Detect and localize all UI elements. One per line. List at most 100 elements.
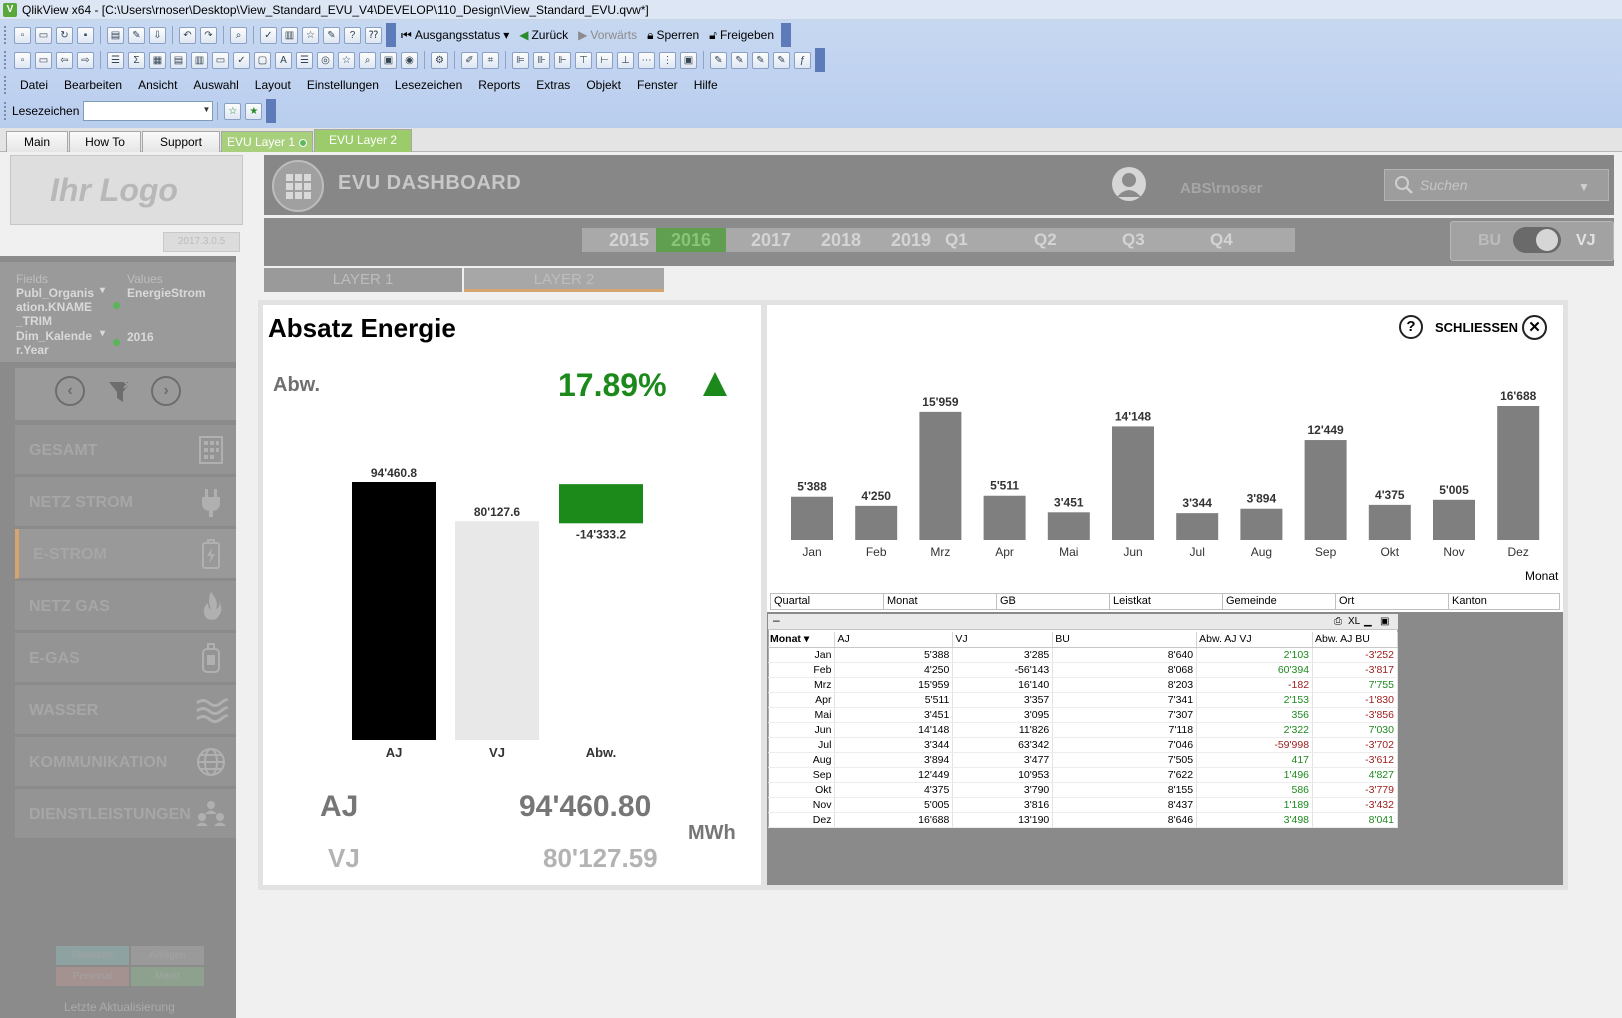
- ausgangsstatus-button[interactable]: ⏮ Ausgangsstatus ▾: [396, 25, 514, 45]
- listbox-gemeinde[interactable]: Gemeinde: [1222, 593, 1336, 610]
- add-sheet-icon[interactable]: ▭: [35, 51, 52, 69]
- month-bar-mrz[interactable]: [919, 411, 962, 540]
- table-row[interactable]: Dez 16'688 13'190 8'646 3'498 8'041: [768, 812, 1398, 828]
- bookmark-menu-star-icon[interactable]: ★: [245, 102, 263, 120]
- tab-evu-layer-2[interactable]: EVU Layer 2: [314, 129, 412, 152]
- properties-icon[interactable]: ✎: [710, 51, 727, 69]
- text-object-icon[interactable]: A: [275, 51, 292, 69]
- new-document-icon[interactable]: ▫: [14, 26, 31, 44]
- freigeben-button[interactable]: 🔓︎ Freigeben: [704, 25, 779, 45]
- toggle-knob[interactable]: [1536, 229, 1558, 251]
- statistics-box-icon[interactable]: Σ: [128, 51, 145, 69]
- sidebar-item-e-strom[interactable]: E-STROM: [15, 529, 236, 579]
- search-input[interactable]: [1384, 169, 1609, 201]
- table-row[interactable]: Jun 14'148 11'826 7'118 2'322 7'030: [768, 722, 1398, 738]
- menu-reports[interactable]: Reports: [470, 78, 528, 92]
- month-bar-mai[interactable]: [1047, 512, 1090, 540]
- menu-extras[interactable]: Extras: [528, 78, 578, 92]
- minimize-icon[interactable]: –: [773, 613, 780, 627]
- table-box-icon[interactable]: ▤: [170, 51, 187, 69]
- legend-markt[interactable]: Markt: [131, 967, 204, 986]
- menu-datei[interactable]: Datei: [12, 78, 56, 92]
- sidebar-item-netz-gas[interactable]: NETZ GAS: [15, 581, 236, 631]
- excel-export-icon[interactable]: XL: [1348, 616, 1360, 627]
- bar-vj[interactable]: [455, 521, 539, 740]
- sidebar-item-dienstleistungen[interactable]: DIENSTLEISTUNGEN: [15, 789, 236, 839]
- edit-icon[interactable]: ✎: [323, 26, 340, 44]
- chart-object-icon[interactable]: ▥: [191, 51, 208, 69]
- vorwaerts-button[interactable]: ▶ Vorwärts: [573, 25, 642, 45]
- reload-icon[interactable]: ↻: [56, 26, 73, 44]
- listbox-icon[interactable]: ☰: [107, 51, 124, 69]
- sidebar-item-kommunikation[interactable]: KOMMUNIKATION: [15, 737, 236, 787]
- year-2016-button[interactable]: 2016: [656, 228, 726, 252]
- menu-layout[interactable]: Layout: [247, 78, 299, 92]
- month-bar-sep[interactable]: [1304, 440, 1347, 540]
- listbox-leistkat[interactable]: Leistkat: [1109, 593, 1223, 610]
- toolbar-grip[interactable]: [4, 102, 8, 120]
- table-row[interactable]: Mrz 15'959 16'140 8'203 -182 7'755: [768, 677, 1398, 693]
- table-row[interactable]: Jul 3'344 63'342 7'046 -59'998 -3'702: [768, 737, 1398, 753]
- current-selections-icon[interactable]: ✓: [233, 51, 250, 69]
- align-middle-icon[interactable]: ⊢: [596, 51, 613, 69]
- listbox-ort[interactable]: Ort: [1335, 593, 1449, 610]
- toolbar-grip[interactable]: [4, 51, 8, 69]
- open-folder-icon[interactable]: ▭: [35, 26, 52, 44]
- table-row[interactable]: Apr 5'511 3'357 7'341 2'153 -1'830: [768, 692, 1398, 708]
- bar-abw[interactable]: [559, 484, 643, 524]
- help-icon[interactable]: ?: [344, 26, 361, 44]
- align-bottom-icon[interactable]: ⊥: [617, 51, 634, 69]
- quarter-q2-button[interactable]: Q2: [1034, 228, 1057, 252]
- menu-lesezeichen[interactable]: Lesezeichen: [387, 78, 470, 92]
- align-center-icon[interactable]: ⊪: [533, 51, 550, 69]
- context-help-icon[interactable]: ⁇: [365, 26, 382, 44]
- chart-icon[interactable]: ▥: [281, 26, 298, 44]
- column-header[interactable]: Abw. AJ BU: [1312, 632, 1398, 648]
- sidebar-item-netz-strom[interactable]: NETZ STROM: [15, 477, 236, 527]
- save-icon[interactable]: ▪: [77, 26, 94, 44]
- back-arrow-icon[interactable]: ‹: [55, 376, 85, 406]
- listbox-kanton[interactable]: Kanton: [1448, 593, 1560, 610]
- sperren-button[interactable]: 🔒︎ Sperren: [642, 25, 704, 45]
- month-bar-jul[interactable]: [1176, 513, 1219, 540]
- toolbar-grip[interactable]: [4, 26, 8, 44]
- month-bar-feb[interactable]: [855, 505, 898, 540]
- toolbar-grip[interactable]: [4, 76, 8, 94]
- select-icon[interactable]: ✓: [260, 26, 277, 44]
- column-header[interactable]: Abw. AJ VJ: [1196, 632, 1314, 648]
- menu-fenster[interactable]: Fenster: [629, 78, 686, 92]
- help-icon[interactable]: ?: [1399, 315, 1423, 339]
- sidebar-item-gesamt[interactable]: GESAMT: [15, 425, 236, 475]
- toolbar-overflow[interactable]: [815, 48, 825, 72]
- redo-icon[interactable]: ↷: [200, 26, 217, 44]
- edit-script-icon[interactable]: ✎: [128, 26, 145, 44]
- quarter-q1-button[interactable]: Q1: [945, 228, 968, 252]
- zurueck-button[interactable]: ◀ Zurück: [514, 25, 573, 45]
- month-bar-jun[interactable]: [1112, 426, 1154, 540]
- input-box-icon[interactable]: ▭: [212, 51, 229, 69]
- app-grid-icon[interactable]: [272, 160, 324, 212]
- slider-icon[interactable]: ◎: [317, 51, 334, 69]
- tab-how-to[interactable]: How To: [69, 131, 141, 152]
- print-icon[interactable]: ▤: [107, 26, 124, 44]
- expression-icon[interactable]: ƒ: [794, 51, 811, 69]
- new-sheet-icon[interactable]: ▫: [14, 51, 31, 69]
- table-row[interactable]: Jan 5'388 3'285 8'640 2'103 -3'252: [768, 647, 1398, 663]
- column-header[interactable]: VJ: [952, 632, 1054, 648]
- distribute-h-icon[interactable]: ⋯: [638, 51, 655, 69]
- settings-icon[interactable]: ✎: [773, 51, 790, 69]
- toolbar-overflow[interactable]: [781, 23, 791, 47]
- layer-1-tab[interactable]: LAYER 1: [264, 268, 462, 292]
- legend-anlagen[interactable]: Anlagen: [131, 946, 204, 965]
- month-bar-jan[interactable]: [791, 496, 833, 540]
- align-left-icon[interactable]: ⊫: [512, 51, 529, 69]
- toolbar-overflow[interactable]: [386, 23, 396, 47]
- promote-sheet-icon[interactable]: ⇦: [56, 51, 73, 69]
- selection-dropdown-icon[interactable]: ▾: [100, 328, 105, 339]
- month-bar-apr[interactable]: [983, 495, 1026, 540]
- column-header[interactable]: AJ: [834, 632, 954, 648]
- legend-finanzen[interactable]: Finanzen: [56, 946, 129, 965]
- table-row[interactable]: Aug 3'894 3'477 7'505 417 -3'612: [768, 752, 1398, 768]
- chevron-down-icon[interactable]: ▼: [1578, 180, 1590, 194]
- line-arrow-icon[interactable]: ☰: [296, 51, 313, 69]
